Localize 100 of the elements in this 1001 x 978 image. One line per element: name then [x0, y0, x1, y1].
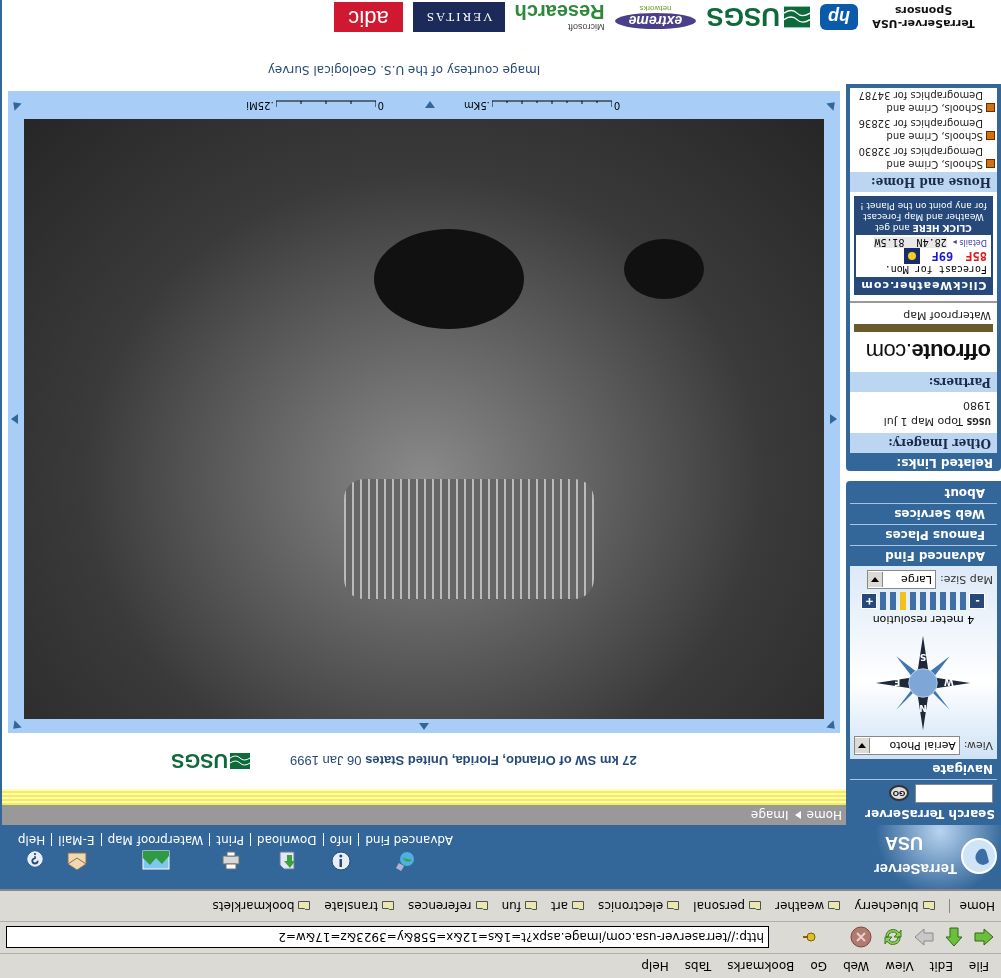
weather-widget[interactable]: ClickWeather.com Forecast for Mon. 85F 69F Details ▸ 28.4N 81.5W CLICK HERE and get Weather and Map Forecast for any point on the Planet ! — [854, 196, 993, 295]
zoom-scale[interactable] — [880, 592, 967, 610]
folder-icon — [667, 901, 680, 911]
zoom-in-button[interactable]: + — [861, 593, 878, 609]
header-link[interactable]: Advanced Find — [359, 833, 453, 872]
bookmark-folder[interactable]: bluecherry — [854, 899, 935, 913]
header-link[interactable]: Waterproof Map — [101, 833, 211, 870]
sponsor-logo[interactable]: VERITAS — [412, 2, 505, 32]
image-credit: Image courtesy of the U.S. Geological Survey — [266, 63, 542, 77]
sidebar-menu-item[interactable]: Web Services — [850, 503, 997, 524]
house-and-home-heading: House and Home: — [850, 172, 997, 192]
help-icon — [26, 850, 45, 868]
zoom-out-button[interactable]: - — [969, 593, 986, 609]
search-label: Search TerraServer — [864, 806, 996, 823]
header-link[interactable]: Print — [210, 833, 251, 872]
scale-label: 0 — [377, 100, 384, 110]
search-field[interactable] — [915, 784, 993, 803]
map-size-dropdown[interactable]: Large — [867, 570, 936, 589]
usgs-logo: USGS — [171, 749, 250, 773]
up-arrow-icon[interactable] — [943, 926, 965, 949]
offroute-logo[interactable]: offroute.com — [850, 332, 997, 372]
bookmark-folder[interactable]: weather — [775, 899, 841, 913]
breadcrumb-arrow-icon — [794, 811, 801, 819]
menu-item[interactable]: Help — [635, 957, 675, 975]
demographics-link[interactable]: Schools, Crime and Demographics for 34787 — [850, 88, 997, 116]
menu-item[interactable]: Go — [804, 957, 833, 975]
weather-promo: CLICK HERE and get Weather and Map Forecast for any point on the Planet ! — [859, 200, 988, 235]
sponsors-label: TerraServer-USA Sponsors — [871, 3, 976, 32]
pan-arrow-icon[interactable] — [9, 413, 21, 425]
scale-label: .25Mi — [246, 100, 274, 110]
bookmark-folder[interactable]: fun — [501, 899, 538, 913]
sponsor-logo[interactable]: Microsoft Research — [514, 2, 605, 32]
menu-item[interactable]: Tabs — [678, 957, 718, 975]
logo-title: TerraServer — [872, 861, 957, 879]
image-title: 27 km SW of Orlando, Florida, United States 06 Jan 1999 — [289, 753, 637, 769]
breadcrumb-current: Image — [750, 808, 789, 822]
bookmark-folder[interactable]: art — [551, 899, 585, 913]
envelope-icon — [65, 850, 88, 872]
sidebar-menu-item[interactable]: Famous Places — [850, 524, 997, 545]
printer-icon — [219, 850, 242, 872]
globe-icon — [959, 836, 999, 876]
header-link[interactable]: Info — [323, 833, 360, 872]
bookmark-folder[interactable]: personal — [693, 899, 762, 913]
go-button[interactable]: GO — [889, 785, 909, 802]
demographics-link[interactable]: Schools, Crime and Demographics for 32830 — [850, 144, 997, 172]
bookmark-folder[interactable]: electronics — [598, 899, 680, 913]
info-icon — [330, 850, 353, 872]
folder-icon — [922, 901, 935, 911]
topo-map-link[interactable]: USGS Topo Map 1 Jul 1980 — [850, 392, 997, 433]
header-link[interactable]: Help — [17, 833, 53, 868]
demographics-link[interactable]: Schools, Crime and Demographics for 32836 — [850, 116, 997, 144]
scale-label: .5Km — [464, 100, 490, 110]
sponsor-logo[interactable]: adic — [334, 2, 403, 32]
navigate-toggle[interactable]: Navigate — [850, 759, 997, 779]
pan-arrow-icon[interactable] — [827, 413, 839, 425]
sponsor-logo[interactable]: USGS — [706, 1, 810, 33]
details-link[interactable]: Details ▸ — [952, 238, 987, 247]
stop-icon[interactable] — [849, 925, 873, 950]
sponsor-logo[interactable]: hp — [820, 4, 858, 30]
folder-icon — [828, 901, 841, 911]
view-dropdown[interactable]: Aerial Photo — [854, 736, 960, 755]
sidebar-menu-item[interactable]: Advanced Find — [850, 545, 997, 566]
folder-icon — [382, 901, 395, 911]
menu-item[interactable]: Web — [837, 957, 876, 975]
coordinates: 28.4N 81.5W — [874, 237, 947, 248]
folder-icon — [749, 901, 762, 911]
resolution-label: 4 meter resolution — [872, 613, 975, 626]
pan-arrow-icon[interactable] — [10, 99, 22, 111]
other-imagery-heading: Other Imagery: — [850, 433, 997, 453]
waterproof-map-link[interactable]: Waterproof Map — [850, 301, 997, 324]
bookmark-folder[interactable]: bookmarklets — [212, 899, 311, 913]
related-links-heading: Related Links: — [850, 453, 997, 471]
folder-icon — [475, 901, 488, 911]
bookmark-link[interactable]: Home — [948, 899, 995, 913]
back-arrow-icon[interactable] — [973, 926, 995, 949]
folder-icon — [525, 901, 538, 911]
pan-arrow-icon[interactable] — [418, 720, 430, 732]
weather-brand: ClickWeather.com — [859, 278, 988, 293]
view-label: View: — [963, 739, 993, 752]
menu-item[interactable]: Bookmarks — [721, 957, 801, 975]
header-link[interactable]: Download — [250, 833, 324, 872]
sidebar-menu-item[interactable]: About — [850, 483, 997, 503]
menu-item[interactable]: Edit — [923, 957, 959, 975]
pan-arrow-icon[interactable] — [10, 720, 22, 732]
menu-item[interactable]: View — [879, 957, 920, 975]
map-size-label: Map Size: — [940, 573, 993, 586]
low-temperature: 69F — [931, 249, 954, 263]
menu-item[interactable]: File — [962, 957, 995, 975]
pan-arrow-icon[interactable] — [826, 720, 838, 732]
pan-arrow-icon[interactable] — [826, 99, 838, 111]
pan-arrow-icon[interactable] — [424, 99, 436, 111]
zoom-level-marker[interactable] — [900, 592, 907, 610]
landscape-icon — [141, 850, 170, 870]
header-link[interactable]: E-Mail — [52, 833, 102, 872]
address-field[interactable]: http://terraserver-usa.com/image.aspx?t=1&s=12&x=558&y=3923&z=17&w=2 — [6, 926, 769, 949]
partners-heading: Partners: — [850, 372, 997, 392]
weather-sun-icon — [903, 248, 920, 264]
folder-icon — [298, 901, 311, 911]
bookmark-folder[interactable]: translate — [324, 899, 395, 913]
bookmark-folder[interactable]: references — [408, 899, 488, 913]
